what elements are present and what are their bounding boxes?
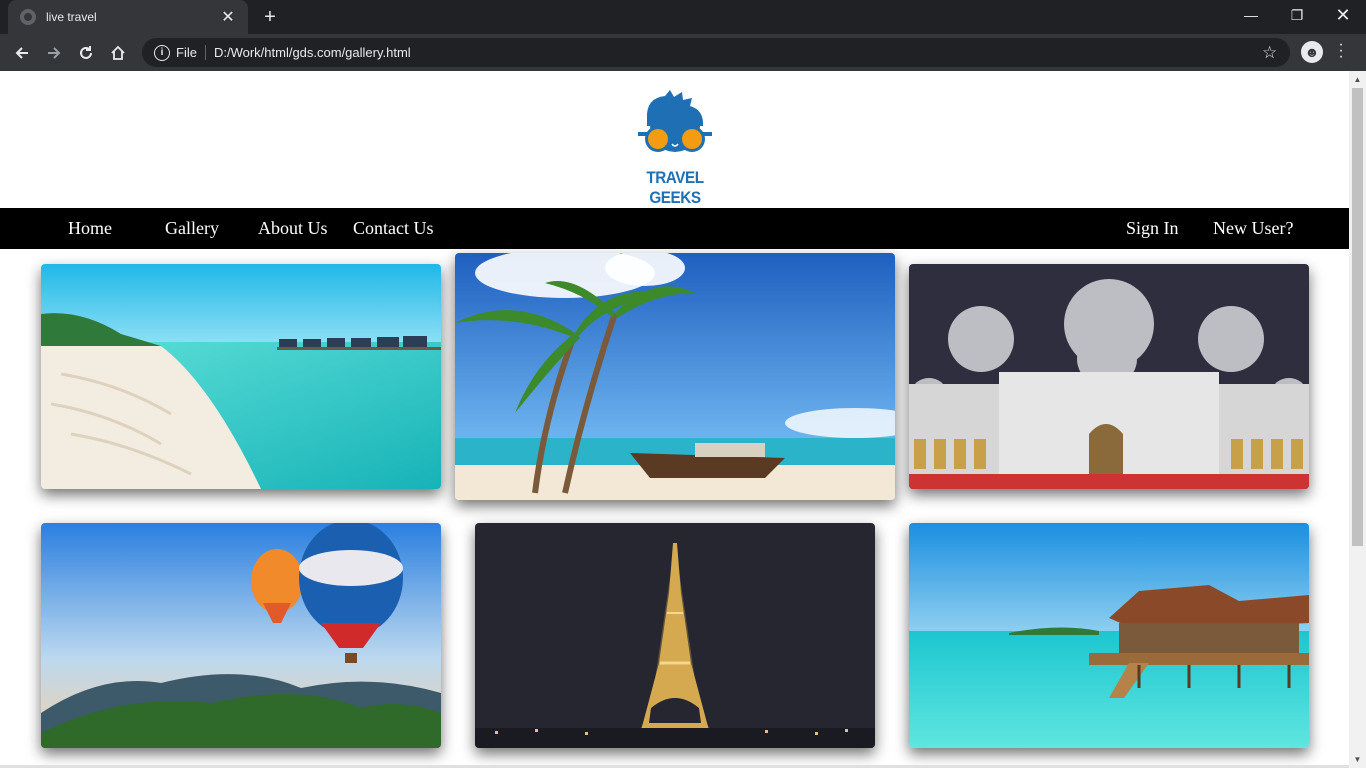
reload-button[interactable] xyxy=(73,40,99,66)
browser-toolbar: i File D:/Work/html/gds.com/gallery.html… xyxy=(0,34,1366,71)
palm-beach-boat-image xyxy=(455,253,895,500)
main-navbar: Home Gallery About Us Contact Us Sign In… xyxy=(0,208,1349,249)
url-text[interactable]: D:/Work/html/gds.com/gallery.html xyxy=(214,45,411,60)
gallery-image-palm-beach[interactable] xyxy=(455,253,895,500)
gallery-image-grand-mosque[interactable] xyxy=(909,264,1309,489)
browser-tab[interactable]: live travel ✕ xyxy=(8,0,248,34)
back-button[interactable] xyxy=(9,40,35,66)
nav-about-link[interactable]: About Us xyxy=(258,208,328,249)
forward-button[interactable] xyxy=(41,40,67,66)
gallery-image-eiffel-tower[interactable] xyxy=(475,523,875,748)
eiffel-tower-image xyxy=(475,523,875,748)
profile-avatar-icon[interactable]: ☻ xyxy=(1301,41,1323,63)
gallery-image-maldives-beach[interactable] xyxy=(41,264,441,489)
nav-sign-in-link[interactable]: Sign In xyxy=(1126,208,1179,249)
new-tab-button[interactable]: + xyxy=(258,6,282,28)
nav-gallery-link[interactable]: Gallery xyxy=(165,208,219,249)
gallery-image-hot-air-balloons[interactable] xyxy=(41,523,441,748)
globe-icon xyxy=(20,9,36,25)
reload-icon xyxy=(80,46,92,59)
page-viewport: TRAVEL GEEKS Home Gallery About Us Conta… xyxy=(0,71,1349,768)
info-icon[interactable]: i xyxy=(154,44,170,61)
browser-tab-strip: live travel ✕ + — ❐ ✕ xyxy=(0,0,1366,34)
minimize-button[interactable]: — xyxy=(1228,0,1274,30)
home-button[interactable] xyxy=(105,40,131,66)
arrow-right-icon xyxy=(48,47,61,59)
mosque-image xyxy=(909,264,1309,489)
arrow-left-icon xyxy=(15,47,28,59)
restore-button[interactable]: ❐ xyxy=(1274,0,1320,30)
close-window-button[interactable]: ✕ xyxy=(1320,0,1366,30)
beach-villas-image xyxy=(41,264,441,489)
nav-home-link[interactable]: Home xyxy=(68,208,112,249)
logo-text: TRAVEL GEEKS xyxy=(646,168,704,207)
nav-new-user-link[interactable]: New User? xyxy=(1213,208,1293,249)
overwater-villa-image xyxy=(909,523,1309,748)
kebab-menu-icon[interactable]: · · · xyxy=(1336,37,1346,65)
gallery-image-overwater-villa[interactable] xyxy=(909,523,1309,748)
scrollbar-thumb[interactable] xyxy=(1352,88,1363,546)
site-logo[interactable]: TRAVEL GEEKS xyxy=(620,88,730,207)
balloons-image xyxy=(41,523,441,748)
address-bar[interactable]: i File D:/Work/html/gds.com/gallery.html xyxy=(142,38,1290,67)
url-scheme: File xyxy=(176,45,206,60)
bookmark-star-icon[interactable]: ☆ xyxy=(1262,43,1277,63)
home-icon xyxy=(111,45,125,60)
page-scrollbar[interactable]: ▲ ▼ xyxy=(1349,71,1366,768)
tab-close-icon[interactable]: ✕ xyxy=(220,7,236,27)
nav-contact-link[interactable]: Contact Us xyxy=(353,208,434,249)
scroll-down-arrow-icon[interactable]: ▼ xyxy=(1349,751,1366,768)
tab-title: live travel xyxy=(46,10,97,24)
scroll-up-arrow-icon[interactable]: ▲ xyxy=(1349,71,1366,88)
geek-mascot-icon xyxy=(638,90,712,152)
